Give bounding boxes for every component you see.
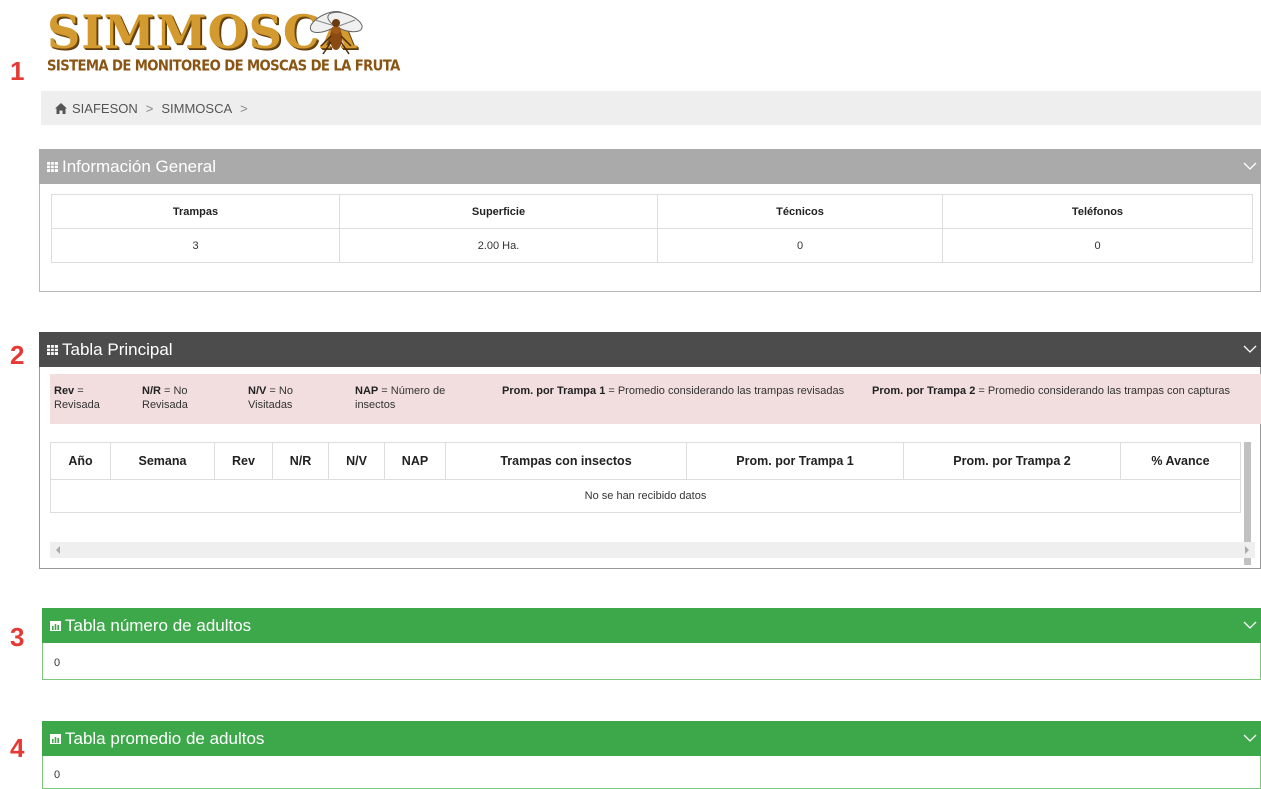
horizontal-scrollbar[interactable]	[50, 542, 1255, 558]
empty-message: No se han recibido datos	[50, 479, 1241, 513]
column-header-tecnicos: Técnicos	[657, 194, 943, 229]
chevron-down-icon[interactable]	[1243, 344, 1257, 354]
column-header-nr[interactable]: N/R	[272, 442, 329, 480]
legend-item-nr: N/R = No Revisada	[142, 385, 188, 411]
legend-item-nv: N/V = No Visitadas	[248, 385, 293, 411]
chart-icon	[50, 620, 61, 631]
table-icon	[47, 344, 58, 355]
adults-panel-header[interactable]: Tabla número de adultos	[42, 608, 1261, 643]
column-header-trampas: Trampas	[51, 194, 340, 229]
legend-box: Rev = Revisada N/R = No Revisada N/V = N…	[50, 374, 1261, 424]
chevron-down-icon[interactable]	[1243, 733, 1257, 743]
legend-item-prom2: Prom. por Trampa 2 = Promedio consideran…	[872, 385, 1230, 397]
column-header-avance[interactable]: % Avance	[1120, 442, 1241, 480]
table-header-row: Trampas Superficie Técnicos Teléfonos	[51, 194, 1253, 229]
column-header-prom-trampa-1[interactable]: Prom. por Trampa 1	[686, 442, 904, 480]
avg-panel-title: Tabla promedio de adultos	[65, 728, 265, 748]
tecnicos-value: 0	[657, 228, 943, 263]
breadcrumb: SIAFESON > SIMMOSCA >	[41, 91, 1261, 125]
avg-panel-header[interactable]: Tabla promedio de adultos	[42, 721, 1261, 756]
app-logo[interactable]: SIMMOSCA SISTEMA DE MONITOREO DE MOSCAS …	[47, 8, 400, 78]
main-panel: Tabla Principal Rev = Revisada N/R = No …	[39, 332, 1261, 569]
superficie-value: 2.00 Ha.	[339, 228, 658, 263]
adults-value: 0	[54, 657, 61, 669]
column-header-prom-trampa-2[interactable]: Prom. por Trampa 2	[903, 442, 1121, 480]
table-row: 3 2.00 Ha. 0 0	[51, 228, 1253, 263]
marker-2: 2	[10, 340, 25, 370]
breadcrumb-separator: >	[145, 100, 154, 116]
table-icon	[47, 161, 58, 172]
adults-panel: Tabla número de adultos 0	[42, 608, 1261, 680]
main-table: Año Semana Rev N/R N/V NAP Trampas con i…	[50, 442, 1241, 513]
adults-panel-title: Tabla número de adultos	[65, 615, 252, 635]
legend-item-rev: Rev = Revisada	[54, 385, 100, 411]
telefonos-value: 0	[942, 228, 1253, 263]
column-header-trampas-con-insectos[interactable]: Trampas con insectos	[445, 442, 687, 480]
marker-4: 4	[10, 733, 25, 763]
info-panel: Información General Trampas Superficie T…	[39, 149, 1261, 292]
legend-item-nap: NAP = Número de insectos	[355, 385, 446, 411]
avg-panel: Tabla promedio de adultos 0	[42, 721, 1261, 789]
info-table: Trampas Superficie Técnicos Teléfonos 3 …	[51, 194, 1253, 263]
scroll-left-icon[interactable]	[55, 546, 61, 554]
marker-1: 1	[10, 56, 25, 86]
marker-3: 3	[10, 622, 25, 652]
chevron-down-icon[interactable]	[1243, 620, 1257, 630]
avg-value: 0	[54, 769, 61, 781]
chart-icon	[50, 733, 61, 744]
fruit-fly-icon	[309, 10, 363, 55]
breadcrumb-separator: >	[240, 100, 248, 116]
trampas-value: 3	[51, 228, 340, 263]
main-panel-header[interactable]: Tabla Principal	[39, 332, 1261, 367]
breadcrumb-item-simmosca[interactable]: SIMMOSCA	[161, 101, 232, 116]
legend-item-prom1: Prom. por Trampa 1 = Promedio consideran…	[502, 385, 845, 397]
home-icon	[55, 102, 67, 114]
chevron-down-icon[interactable]	[1243, 161, 1257, 171]
column-header-semana[interactable]: Semana	[110, 442, 215, 480]
table-header-row: Año Semana Rev N/R N/V NAP Trampas con i…	[50, 442, 1241, 480]
column-header-telefonos: Teléfonos	[942, 194, 1253, 229]
info-panel-header[interactable]: Información General	[39, 149, 1261, 184]
logo-subtitle: SISTEMA DE MONITOREO DE MOSCAS DE LA FRU…	[47, 58, 400, 76]
column-header-ano[interactable]: Año	[50, 442, 111, 480]
column-header-nv[interactable]: N/V	[328, 442, 385, 480]
column-header-nap[interactable]: NAP	[384, 442, 446, 480]
scroll-right-icon[interactable]	[1244, 546, 1250, 554]
info-panel-title: Información General	[62, 156, 217, 176]
column-header-rev[interactable]: Rev	[214, 442, 273, 480]
column-header-superficie: Superficie	[339, 194, 658, 229]
breadcrumb-item-siafeson[interactable]: SIAFESON	[72, 101, 138, 116]
main-panel-title: Tabla Principal	[62, 339, 173, 359]
table-row: No se han recibido datos	[50, 479, 1241, 513]
